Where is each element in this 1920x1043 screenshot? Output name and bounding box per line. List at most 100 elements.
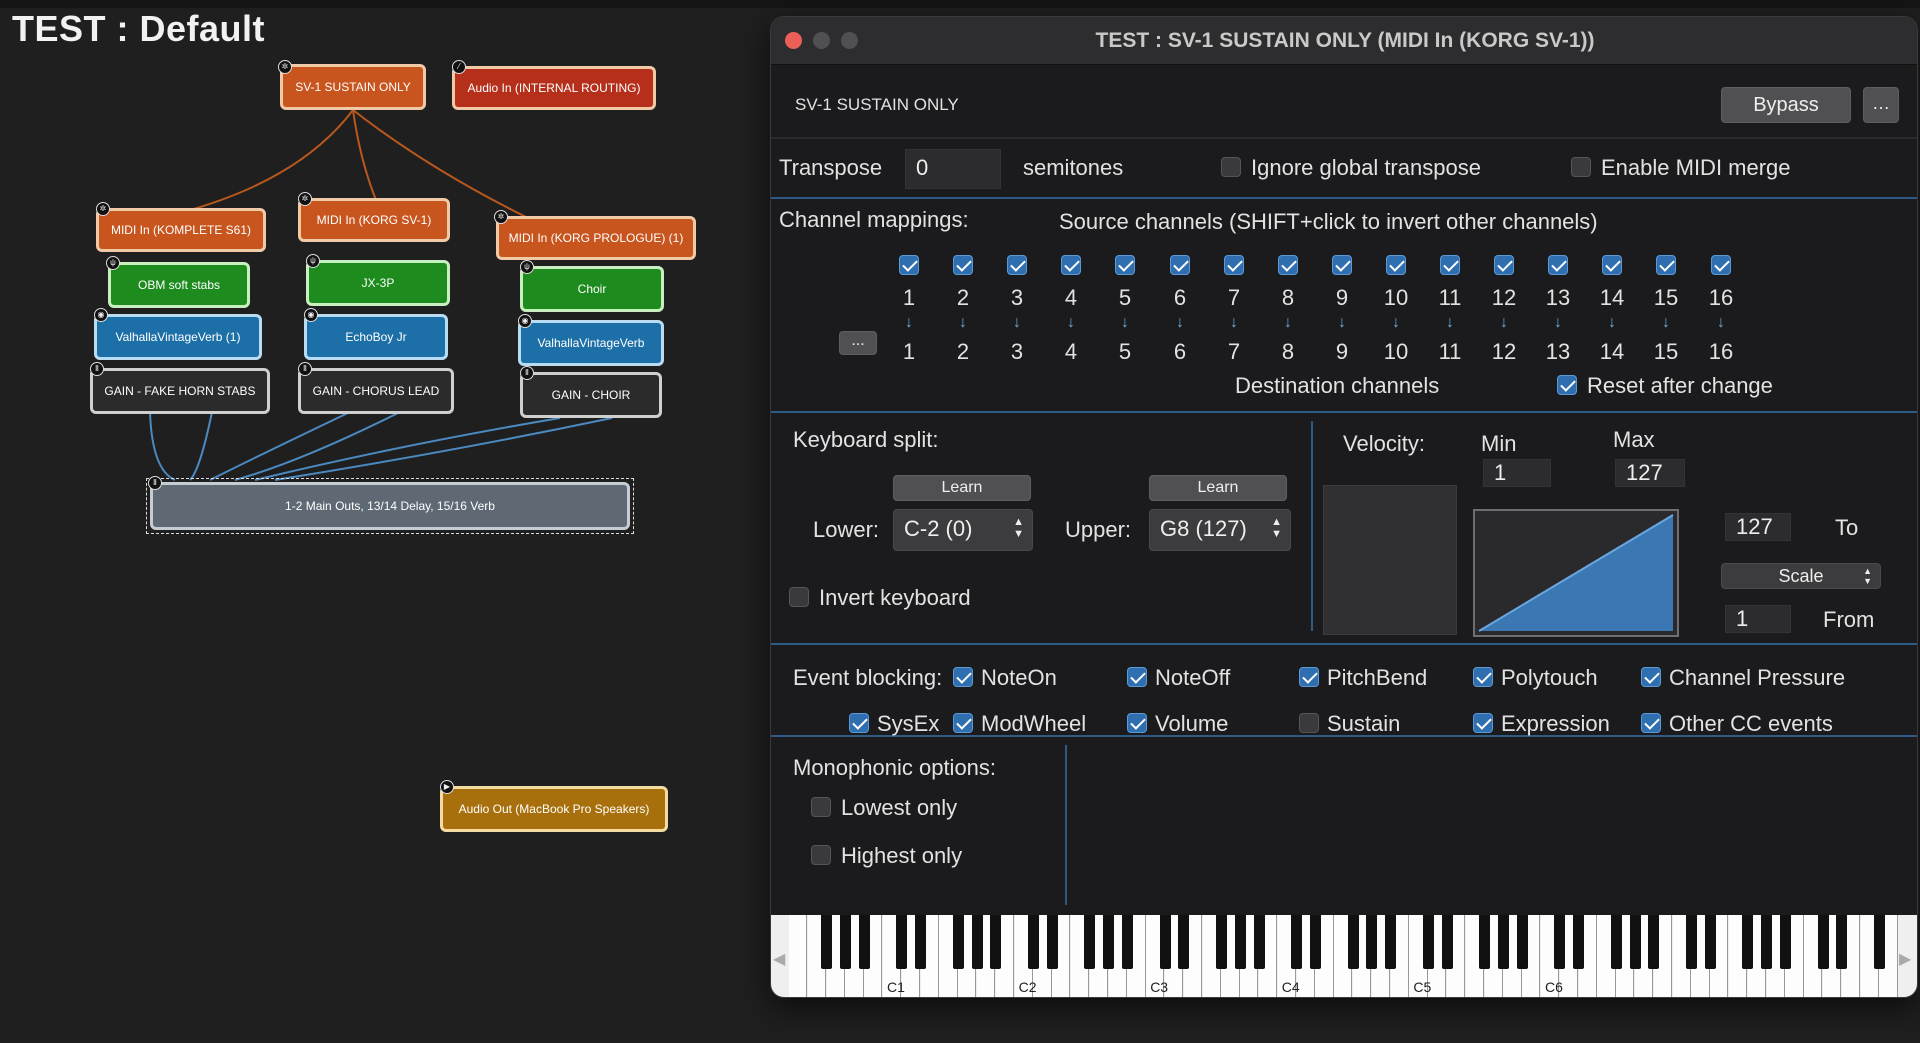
channel-enable-checkbox[interactable] — [1548, 255, 1568, 275]
gain-icon[interactable]: Ⅱ — [90, 362, 104, 376]
black-key[interactable] — [1366, 915, 1378, 969]
block-pitchbend-checkbox[interactable] — [1299, 667, 1319, 687]
source-channel[interactable]: 6 — [1165, 285, 1195, 311]
source-channel[interactable]: 2 — [948, 285, 978, 311]
node-midi-prologue[interactable]: MIDI In (KORG PROLOGUE) (1) — [496, 216, 696, 260]
source-channel[interactable]: 4 — [1056, 285, 1086, 311]
plugin-icon[interactable]: ◉ — [304, 308, 318, 322]
black-key[interactable] — [971, 915, 983, 969]
channel-enable-checkbox[interactable] — [1170, 255, 1190, 275]
channel-enable-checkbox[interactable] — [1602, 255, 1622, 275]
destination-channel[interactable]: 5 — [1110, 339, 1140, 365]
node-obm-soft-stabs[interactable]: OBM soft stabs — [108, 262, 250, 308]
black-key[interactable] — [1573, 915, 1585, 969]
channel-enable-checkbox[interactable] — [1115, 255, 1135, 275]
midi-merge-checkbox[interactable] — [1571, 157, 1591, 177]
black-key[interactable] — [1253, 915, 1265, 969]
reset-after-change-checkbox[interactable] — [1557, 375, 1577, 395]
piano-keys[interactable]: C1 C2 C3 C4 C5 C6 — [789, 915, 1899, 997]
gain-icon[interactable]: Ⅱ — [148, 476, 162, 490]
velocity-max-input[interactable]: 127 — [1615, 459, 1685, 487]
gain-icon[interactable]: Ⅱ — [520, 366, 534, 380]
node-echoboy[interactable]: EchoBoy Jr — [304, 314, 448, 360]
black-key[interactable] — [1610, 915, 1622, 969]
piano-keyboard[interactable]: ◀ ▶ C1 C2 C3 C4 C5 C6 — [771, 915, 1917, 997]
node-midi-icon[interactable]: ✲ — [96, 202, 110, 216]
black-key[interactable] — [1779, 915, 1791, 969]
scroll-right-icon[interactable]: ▶ — [1899, 949, 1911, 969]
plugin-icon[interactable]: ψ — [520, 260, 534, 274]
velocity-curve[interactable] — [1473, 509, 1679, 637]
node-midi-icon[interactable]: ✲ — [298, 192, 312, 206]
plugin-icon[interactable]: ◉ — [94, 308, 108, 322]
black-key[interactable] — [1554, 915, 1566, 969]
source-channel[interactable]: 1 — [894, 285, 924, 311]
node-gain-chorus[interactable]: GAIN - CHORUS LEAD — [298, 368, 454, 414]
channel-enable-checkbox[interactable] — [1061, 255, 1081, 275]
destination-channel[interactable]: 4 — [1056, 339, 1086, 365]
channel-enable-checkbox[interactable] — [1386, 255, 1406, 275]
black-key[interactable] — [858, 915, 870, 969]
node-midi-icon[interactable]: ✲ — [494, 210, 508, 224]
destination-channel[interactable]: 11 — [1435, 339, 1465, 365]
node-valhalla-2[interactable]: ValhallaVintageVerb — [518, 320, 664, 366]
node-valhalla-1[interactable]: ValhallaVintageVerb (1) — [94, 314, 262, 360]
black-key[interactable] — [1178, 915, 1190, 969]
black-key[interactable] — [1291, 915, 1303, 969]
channel-enable-checkbox[interactable] — [899, 255, 919, 275]
node-audio-in[interactable]: Audio In (INTERNAL ROUTING) — [452, 66, 656, 110]
black-key[interactable] — [1817, 915, 1829, 969]
velocity-from-input[interactable]: 1 — [1725, 605, 1791, 633]
black-key[interactable] — [1234, 915, 1246, 969]
channel-enable-checkbox[interactable] — [1224, 255, 1244, 275]
black-key[interactable] — [1836, 915, 1848, 969]
source-channel[interactable]: 15 — [1651, 285, 1681, 311]
ignore-global-checkbox[interactable] — [1221, 157, 1241, 177]
velocity-mode-select[interactable]: Scale ▲ ▼ — [1721, 563, 1881, 589]
plugin-icon[interactable]: ◉ — [518, 314, 532, 328]
black-key[interactable] — [1629, 915, 1641, 969]
channel-enable-checkbox[interactable] — [1007, 255, 1027, 275]
destination-channel[interactable]: 1 — [894, 339, 924, 365]
channel-enable-checkbox[interactable] — [1711, 255, 1731, 275]
black-key[interactable] — [1742, 915, 1754, 969]
source-channel[interactable]: 13 — [1543, 285, 1573, 311]
lower-select[interactable]: C-2 (0) ▲ ▼ — [893, 509, 1033, 551]
black-key[interactable] — [1422, 915, 1434, 969]
black-key[interactable] — [1873, 915, 1885, 969]
destination-channel[interactable]: 12 — [1489, 339, 1519, 365]
destination-channel[interactable]: 13 — [1543, 339, 1573, 365]
plugin-icon[interactable]: ψ — [306, 254, 320, 268]
block-channel-pressure-checkbox[interactable] — [1641, 667, 1661, 687]
block-sustain-checkbox[interactable] — [1299, 713, 1319, 733]
block-polytouch-checkbox[interactable] — [1473, 667, 1493, 687]
black-key[interactable] — [1441, 915, 1453, 969]
transpose-input[interactable]: 0 — [905, 149, 1001, 189]
channel-enable-checkbox[interactable] — [1494, 255, 1514, 275]
black-key[interactable] — [1046, 915, 1058, 969]
black-key[interactable] — [896, 915, 908, 969]
node-jx3p[interactable]: JX-3P — [306, 260, 450, 306]
block-volume-checkbox[interactable] — [1127, 713, 1147, 733]
node-midi-komplete[interactable]: MIDI In (KOMPLETE S61) — [96, 208, 266, 252]
channel-more-button[interactable]: ... — [839, 331, 877, 355]
black-key[interactable] — [1121, 915, 1133, 969]
destination-channel[interactable]: 6 — [1165, 339, 1195, 365]
node-gain-horn[interactable]: GAIN - FAKE HORN STABS — [90, 368, 270, 414]
channel-enable-checkbox[interactable] — [1656, 255, 1676, 275]
source-channel[interactable]: 11 — [1435, 285, 1465, 311]
node-power-icon[interactable]: ✲ — [278, 60, 292, 74]
highest-only-checkbox[interactable] — [811, 845, 831, 865]
black-key[interactable] — [1103, 915, 1115, 969]
gain-icon[interactable]: Ⅱ — [298, 362, 312, 376]
learn-upper-button[interactable]: Learn — [1149, 475, 1287, 501]
channel-enable-checkbox[interactable] — [953, 255, 973, 275]
black-key[interactable] — [1648, 915, 1660, 969]
black-key[interactable] — [1479, 915, 1491, 969]
block-sysex-checkbox[interactable] — [849, 713, 869, 733]
destination-channel[interactable]: 16 — [1706, 339, 1736, 365]
play-icon[interactable]: ▶ — [440, 780, 454, 794]
black-key[interactable] — [821, 915, 833, 969]
block-expression-checkbox[interactable] — [1473, 713, 1493, 733]
scroll-left-icon[interactable]: ◀ — [773, 949, 785, 969]
